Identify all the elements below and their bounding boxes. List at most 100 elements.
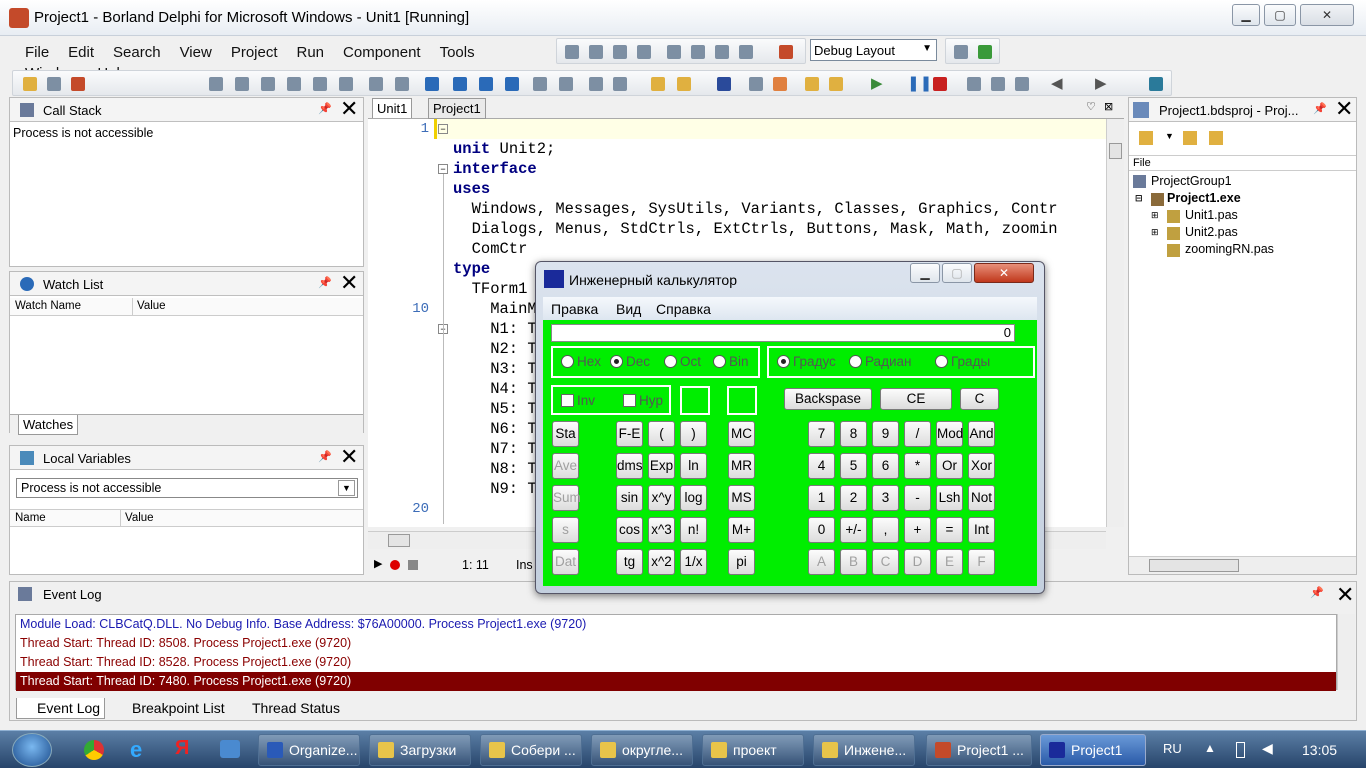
pin-icon[interactable]: 📌 <box>1310 586 1324 599</box>
function-button[interactable]: ( <box>648 421 675 447</box>
align-icon[interactable] <box>739 45 753 59</box>
radio-degrees[interactable]: Градус <box>777 354 836 369</box>
tab-unit1[interactable]: Unit1 <box>372 98 413 118</box>
radio-grads[interactable]: Грады <box>935 354 990 369</box>
save-icon[interactable] <box>71 77 85 91</box>
run-icon[interactable]: ▶ <box>871 74 883 92</box>
step-icon[interactable] <box>967 77 981 91</box>
scroll-thumb[interactable] <box>1109 143 1122 159</box>
stat-button[interactable]: s <box>552 517 579 543</box>
menu-search[interactable]: Search <box>100 40 167 61</box>
close-icon[interactable]: ✕ <box>340 272 358 294</box>
tool-icon[interactable] <box>313 77 327 91</box>
calc-menu-help[interactable]: Справка <box>656 301 711 317</box>
battery-icon[interactable] <box>1236 742 1245 758</box>
digit-button[interactable]: 4 <box>808 453 835 479</box>
close-button[interactable]: ✕ <box>1300 4 1354 26</box>
reset-icon[interactable] <box>933 77 947 91</box>
taskbar-item[interactable]: Organize... <box>258 734 360 766</box>
function-button[interactable]: x^2 <box>648 549 675 575</box>
align-icon[interactable] <box>589 45 603 59</box>
ce-button[interactable]: CE <box>880 388 952 410</box>
c-button[interactable]: C <box>960 388 999 410</box>
function-button[interactable]: 1/x <box>680 549 707 575</box>
tool-icon[interactable] <box>533 77 547 91</box>
layout-icon[interactable] <box>779 45 793 59</box>
align-icon[interactable] <box>715 45 729 59</box>
ie-icon[interactable]: e <box>130 737 142 763</box>
taskbar-item[interactable]: Инжене... <box>813 734 915 766</box>
digit-button[interactable]: + <box>904 517 931 543</box>
function-button[interactable]: ) <box>680 421 707 447</box>
radio-dec[interactable]: Dec <box>610 354 650 369</box>
menu-view[interactable]: View <box>167 40 218 61</box>
memory-button[interactable]: M+ <box>728 517 755 543</box>
memory-button[interactable]: MR <box>728 453 755 479</box>
memory-button[interactable]: MC <box>728 421 755 447</box>
digit-button[interactable]: = <box>936 517 963 543</box>
chrome-icon[interactable] <box>84 740 104 760</box>
tool-icon[interactable] <box>749 77 763 91</box>
help-icon[interactable] <box>1149 77 1163 91</box>
stat-button[interactable]: Dat <box>552 549 579 575</box>
digit-button[interactable]: Not <box>968 485 995 511</box>
radio-oct[interactable]: Oct <box>664 354 701 369</box>
tool-icon[interactable] <box>235 77 249 91</box>
log-entry[interactable]: Thread Start: Thread ID: 8508. Process P… <box>16 634 1336 653</box>
radio-radians[interactable]: Радиан <box>849 354 911 369</box>
yandex-icon[interactable]: Я <box>175 737 189 760</box>
close-icon[interactable]: ✕ <box>340 446 358 468</box>
digit-button[interactable]: F <box>968 549 995 575</box>
digit-button[interactable]: D <box>904 549 931 575</box>
digit-button[interactable]: C <box>872 549 899 575</box>
calc-maximize-button[interactable]: ▢ <box>942 263 972 283</box>
tool-icon[interactable] <box>805 77 819 91</box>
save-all-icon[interactable] <box>717 77 731 91</box>
stop-icon[interactable] <box>408 560 418 570</box>
digit-button[interactable]: - <box>904 485 931 511</box>
tool-icon[interactable] <box>559 77 573 91</box>
language-indicator[interactable]: RU <box>1163 741 1182 756</box>
digit-button[interactable]: 6 <box>872 453 899 479</box>
digit-button[interactable]: * <box>904 453 931 479</box>
taskbar-item[interactable]: Project1 ... <box>926 734 1032 766</box>
digit-button[interactable]: B <box>840 549 867 575</box>
tool-icon[interactable] <box>829 77 843 91</box>
tool-icon[interactable] <box>505 77 519 91</box>
set-layout-icon[interactable] <box>978 45 992 59</box>
digit-button[interactable]: / <box>904 421 931 447</box>
taskbar-item[interactable]: проект <box>702 734 804 766</box>
open-project-icon[interactable] <box>677 77 691 91</box>
tree-item-exe[interactable]: ⊟ Project1.exe <box>1129 190 1356 207</box>
align-icon[interactable] <box>565 45 579 59</box>
fold-icon[interactable]: − <box>438 124 448 134</box>
col-name[interactable]: Name <box>15 512 46 524</box>
digit-button[interactable]: +/- <box>840 517 867 543</box>
expand-icon[interactable]: ⊞ <box>1151 227 1159 238</box>
scroll-thumb[interactable] <box>1149 559 1239 572</box>
new-form-icon[interactable] <box>651 77 665 91</box>
close-icon[interactable]: ✕ <box>1335 98 1353 120</box>
digit-button[interactable]: Or <box>936 453 963 479</box>
tool-icon[interactable] <box>369 77 383 91</box>
folder-icon[interactable] <box>1209 131 1223 145</box>
calc-minimize-button[interactable]: ▁ <box>910 263 940 283</box>
tool-icon[interactable] <box>773 77 787 91</box>
tab-thread-status[interactable]: Thread Status <box>234 700 340 716</box>
radio-bin[interactable]: Bin <box>713 354 749 369</box>
memory-button[interactable]: pi <box>728 549 755 575</box>
stat-button[interactable]: Sta <box>552 421 579 447</box>
function-button[interactable]: log <box>680 485 707 511</box>
mail-icon[interactable] <box>220 740 240 758</box>
record-icon[interactable] <box>390 560 400 570</box>
digit-button[interactable]: 5 <box>840 453 867 479</box>
play-macro-icon[interactable]: ▶ <box>374 557 382 570</box>
project-hscrollbar[interactable] <box>1129 556 1356 574</box>
tree-item-file[interactable]: zoomingRN.pas <box>1129 241 1356 258</box>
function-button[interactable]: cos <box>616 517 643 543</box>
digit-button[interactable]: 0 <box>808 517 835 543</box>
function-button[interactable]: Exp <box>648 453 675 479</box>
close-icon[interactable]: ✕ <box>340 98 358 120</box>
digit-button[interactable]: 3 <box>872 485 899 511</box>
align-icon[interactable] <box>667 45 681 59</box>
